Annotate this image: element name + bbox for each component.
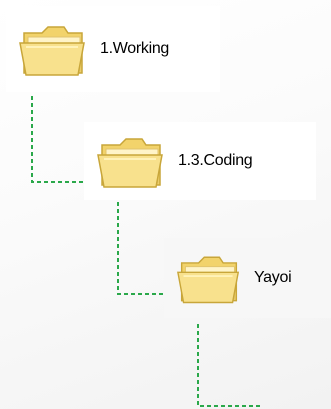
folder-tree-diagram: 1.Working 1.3.Coding Yayoi [0,0,331,409]
tree-node-coding[interactable]: 1.3.Coding [84,122,316,200]
folder-label: 1.3.Coding [178,152,253,169]
folder-icon [177,256,240,304]
tree-node-working[interactable]: 1.Working [6,6,220,92]
folder-label: Yayoi [254,269,292,286]
folder-icon [97,138,163,188]
folder-icon [19,26,85,76]
tree-node-yayoi[interactable]: Yayoi [164,238,331,318]
connector-yayoi-to-next [197,324,262,407]
folder-label: 1.Working [100,40,170,57]
